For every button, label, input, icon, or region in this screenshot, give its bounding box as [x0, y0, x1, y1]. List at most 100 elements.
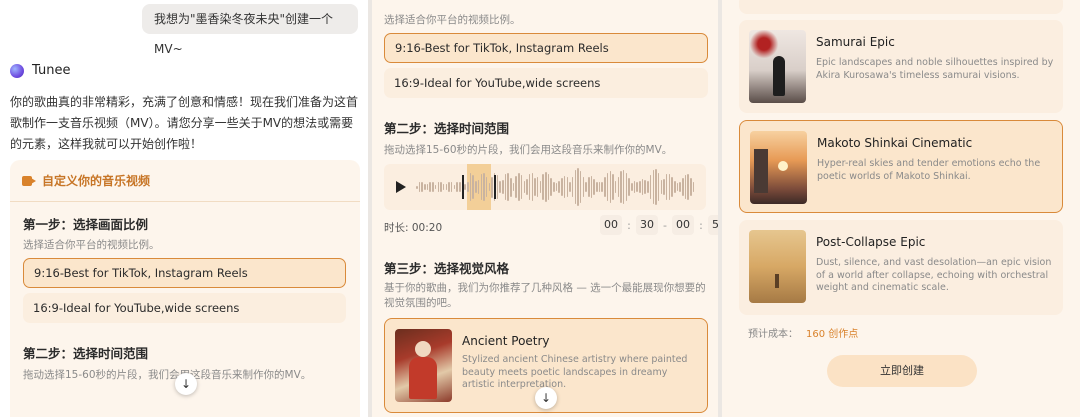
scroll-down-button[interactable]: ↓ [175, 373, 197, 395]
waveform-bar [432, 182, 434, 192]
waveform-bar [504, 174, 507, 200]
waveform-bar [604, 177, 606, 197]
waveform-bar [577, 168, 579, 206]
arrow-down-icon: ↓ [180, 377, 192, 391]
chat-panel: 我想为"墨香染冬夜未央"创建一个MV~ Tunee 你的歌曲真的非常精彩，充满了… [0, 0, 368, 417]
waveform-bar [499, 180, 501, 194]
ratio-option-9-16[interactable]: 9:16-Best for TikTok, Instagram Reels [23, 258, 346, 288]
range-end-handle[interactable] [494, 175, 496, 199]
step2-title: 第二步：选择时间范围 [384, 121, 510, 136]
style-card-partial[interactable] [739, 0, 1063, 14]
waveform-bar [582, 177, 585, 197]
waveform-bar [636, 182, 638, 192]
scroll-down-button[interactable]: ↓ [535, 387, 557, 409]
waveform-bar [550, 178, 552, 196]
figure-head [415, 341, 431, 357]
waveform-bar [526, 179, 528, 195]
colon-separator: : [699, 218, 703, 232]
arrow-down-icon: ↓ [540, 391, 552, 405]
step2-desc: 拖动选择15-60秒的片段，我们会用这段音乐来制作你的MV。 [384, 144, 673, 156]
waveform-bar [563, 175, 566, 199]
step1-title: 第一步：选择画面比例 [23, 217, 149, 232]
range-start-handle[interactable] [462, 175, 464, 199]
waveform-bar [488, 183, 491, 191]
waveform-bar [558, 181, 560, 193]
waveform-bar [631, 182, 633, 192]
waveform-bar [622, 169, 625, 205]
waveform-bar [571, 176, 574, 198]
waveform-bar [579, 170, 582, 204]
style-card-makoto-shinkai[interactable]: Makoto Shinkai Cinematic Hyper-real skie… [739, 120, 1063, 213]
waveform-bar [480, 174, 482, 200]
waveform-bar [534, 177, 536, 197]
cost-estimate: 预计成本： 160 创作点 [748, 325, 858, 340]
start-seconds-input[interactable]: 30 [636, 215, 658, 235]
step1-desc: 选择适合你平台的视频比例。 [384, 14, 521, 26]
waveform-bar [496, 174, 499, 200]
ratio-option-16-9[interactable]: 16:9-Ideal for YouTube,wide screens [384, 68, 708, 98]
style-title: Makoto Shinkai Cinematic [817, 136, 973, 150]
end-minutes-input[interactable]: 00 [672, 215, 694, 235]
post-collapse-thumbnail [749, 230, 806, 303]
waveform-bar [676, 182, 679, 192]
waveform-bar [418, 182, 421, 192]
waveform-bar [450, 182, 453, 192]
waveform-bar [472, 174, 474, 200]
waveform-bar [660, 179, 663, 195]
waveform-bar [536, 177, 539, 197]
start-minutes-input[interactable]: 00 [600, 215, 622, 235]
play-icon[interactable] [396, 181, 406, 193]
waveform-bar [647, 181, 649, 193]
style-desc: Epic landscapes and noble silhouettes in… [816, 57, 1054, 81]
waveform-bar [520, 174, 523, 200]
waveform-bar [528, 174, 531, 200]
waveform-bar [429, 181, 431, 193]
style-desc: Stylized ancient Chinese artistry where … [462, 354, 688, 390]
mv-steps-panel: 选择适合你平台的视频比例。 9:16-Best for TikTok, Inst… [372, 0, 718, 417]
samurai-epic-thumbnail [749, 30, 806, 103]
audio-waveform-selector[interactable] [384, 164, 706, 210]
ancient-poetry-thumbnail [395, 329, 452, 402]
ratio-option-16-9[interactable]: 16:9-Ideal for YouTube,wide screens [23, 293, 346, 323]
waveform-bar [507, 173, 509, 201]
waveform-bar [674, 180, 676, 194]
waveform-bar [515, 176, 517, 198]
waveform-bar [609, 171, 611, 203]
waveform-bar [547, 173, 550, 201]
cost-value: 160 创作点 [806, 329, 859, 340]
waveform-bar [491, 176, 493, 198]
waveform-bar [598, 182, 601, 192]
samurai-silhouette [773, 56, 785, 96]
waveform-bar [574, 170, 577, 204]
waveform-bar [442, 183, 445, 191]
waveform [416, 167, 706, 207]
waveform-bar [620, 171, 622, 203]
style-title: Samurai Epic [816, 35, 895, 49]
waveform-bar [512, 183, 515, 191]
waveform-bar [469, 173, 472, 201]
figure-robe [409, 357, 437, 399]
sun-shape [778, 161, 788, 171]
end-seconds-input[interactable]: 50 [708, 215, 718, 235]
step3-title: 第三步：选择视觉风格 [384, 261, 510, 276]
waveform-bar [588, 177, 590, 197]
waveform-bar [671, 176, 673, 198]
cost-label: 预计成本： [748, 329, 798, 340]
style-card-samurai-epic[interactable]: Samurai Epic Epic landscapes and noble s… [739, 20, 1063, 113]
mv-steps-card: 选择适合你平台的视频比例。 9:16-Best for TikTok, Inst… [372, 0, 718, 417]
waveform-bar [657, 172, 660, 202]
step2-desc: 拖动选择15-60秒的片段，我们会用这段音乐来制作你的MV。 [23, 369, 312, 381]
ratio-option-9-16[interactable]: 9:16-Best for TikTok, Instagram Reels [384, 33, 708, 63]
waveform-bar [652, 169, 654, 205]
waveform-bar [665, 174, 668, 200]
waveform-bar [477, 179, 480, 195]
waveform-bar [614, 180, 617, 194]
waveform-bar [690, 177, 692, 197]
create-now-button[interactable]: 立即创建 [827, 355, 977, 387]
waveform-bar [601, 181, 603, 193]
mv-card-header: 自定义你的音乐视频 [10, 160, 360, 201]
waveform-bar [596, 182, 598, 192]
waveform-bar [655, 168, 657, 206]
style-card-post-collapse[interactable]: Post-Collapse Epic Dust, silence, and va… [739, 220, 1063, 315]
assistant-header: Tunee [10, 63, 70, 78]
